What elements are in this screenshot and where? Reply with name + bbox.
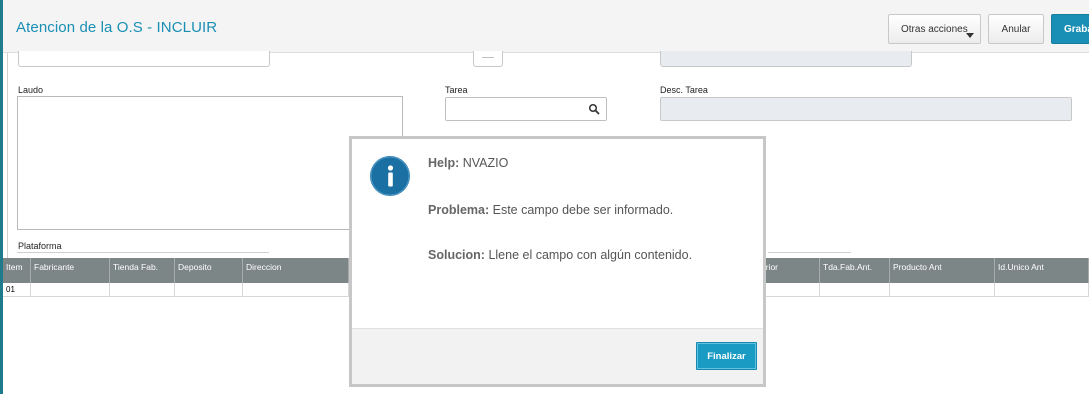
solucion-value: Llene el campo con algún contenido. <box>488 248 693 262</box>
column-header-tda-fab-ant[interactable]: Tda.Fab.Ant. <box>820 258 890 283</box>
help-value: NVAZIO <box>462 156 509 170</box>
help-dialog: Help: NVAZIO Problema: Este campo debe s… <box>349 136 766 387</box>
page-header: Atencion de la O.S - INCLUIR Otras accio… <box>3 0 1089 53</box>
solucion-label: Solucion: <box>428 248 485 262</box>
column-header-direccion[interactable]: Direccion <box>243 258 349 283</box>
top-field-3 <box>660 51 912 67</box>
column-header-deposito[interactable]: Deposito <box>175 258 243 283</box>
top-field-1[interactable] <box>18 51 270 67</box>
column-header-producto-ant[interactable]: Producto Ant <box>890 258 995 283</box>
cell-fabricante[interactable] <box>31 283 110 297</box>
problema-line: Problema: Este campo debe ser informado. <box>428 203 673 217</box>
cell-deposito[interactable] <box>175 283 243 297</box>
column-header-anterior[interactable]: erior <box>758 258 820 283</box>
column-header-fabricante[interactable]: Fabricante <box>31 258 110 283</box>
problema-label: Problema: <box>428 203 490 217</box>
anular-button[interactable]: Anular <box>988 14 1044 44</box>
column-header-item[interactable]: Item <box>3 258 31 283</box>
field-underline <box>768 252 851 253</box>
cell-tda-fab-ant[interactable] <box>820 283 890 297</box>
otras-acciones-label: Otras acciones <box>901 23 968 35</box>
dialog-footer: Finalizar <box>352 328 763 384</box>
help-label: Help: <box>428 156 460 170</box>
grabar-button[interactable]: Graba <box>1051 14 1089 44</box>
cell-anterior[interactable] <box>758 283 820 297</box>
solucion-line: Solucion: Llene el campo con algún conte… <box>428 248 692 262</box>
finalizar-button[interactable]: Finalizar <box>696 342 757 370</box>
desc-tarea-field <box>660 97 1072 121</box>
otras-acciones-button[interactable]: Otras acciones <box>888 14 981 44</box>
cell-tienda-fab[interactable] <box>110 283 175 297</box>
page-title: Atencion de la O.S - INCLUIR <box>16 19 218 36</box>
tarea-label: Tarea <box>445 85 468 95</box>
cell-direccion[interactable] <box>243 283 349 297</box>
cell-id-unico-ant[interactable] <box>995 283 1089 297</box>
cell-producto-ant[interactable] <box>890 283 995 297</box>
search-icon[interactable] <box>588 103 600 115</box>
desc-tarea-label: Desc. Tarea <box>660 85 708 95</box>
tarea-input[interactable] <box>445 97 607 121</box>
left-accent-bar <box>0 0 3 394</box>
help-line: Help: NVAZIO <box>428 156 508 170</box>
plataforma-field[interactable] <box>17 252 269 253</box>
problema-value: Este campo debe ser informado. <box>492 203 674 217</box>
plataforma-label: Plataforma <box>18 241 62 251</box>
column-header-id-unico-ant[interactable]: Id.Unico Ant <box>995 258 1089 283</box>
column-header-tienda-fab[interactable]: Tienda Fab. <box>110 258 175 283</box>
laudo-label: Laudo <box>18 85 44 95</box>
chevron-down-icon <box>966 33 974 38</box>
info-icon <box>370 156 410 196</box>
laudo-textarea[interactable] <box>17 96 403 230</box>
top-field-2[interactable]: ___ <box>473 51 503 67</box>
cell-item[interactable]: 01 <box>3 283 31 297</box>
